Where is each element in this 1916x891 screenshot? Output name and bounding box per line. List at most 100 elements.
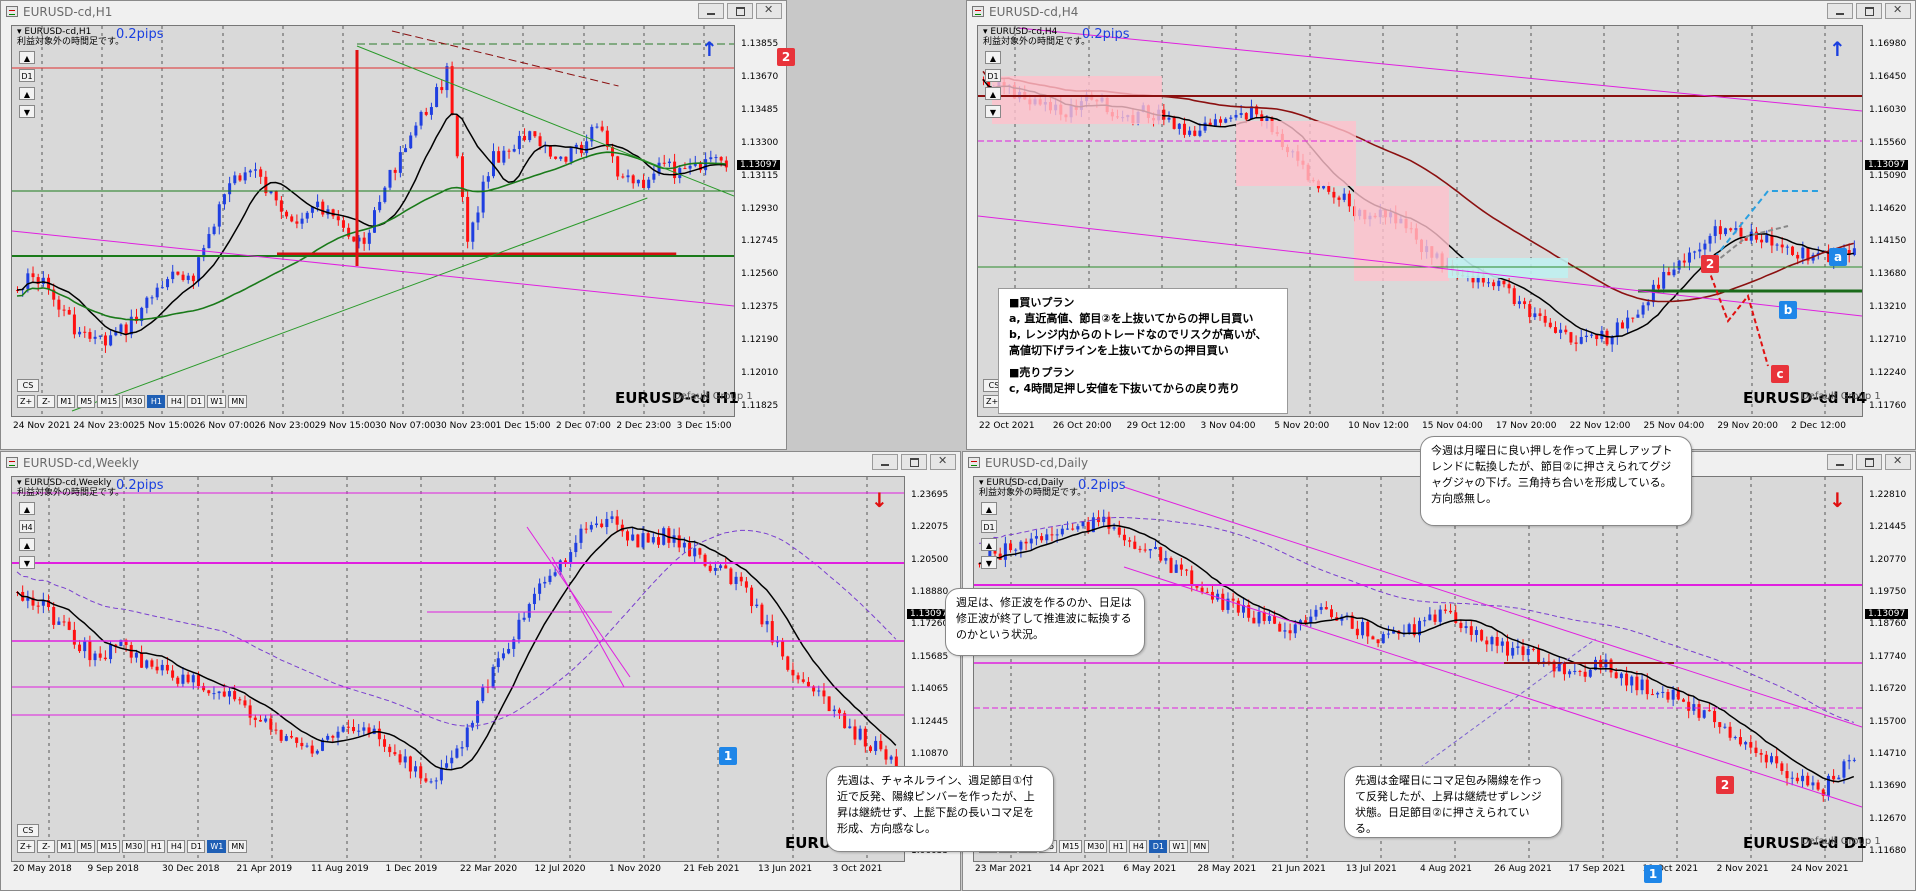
cs-button[interactable]: CS	[17, 379, 39, 392]
candle	[652, 173, 656, 180]
timeframe-button-mn[interactable]: MN	[228, 840, 248, 853]
candle	[1050, 534, 1054, 536]
candle	[186, 275, 190, 281]
timeframe-button-m5[interactable]: M5	[77, 395, 96, 408]
timeframe-button-m30[interactable]: M30	[122, 840, 146, 853]
side-control-button[interactable]: ▼	[985, 105, 1001, 118]
timeframe-button-h1[interactable]: H1	[147, 840, 166, 853]
candle	[1801, 775, 1805, 782]
timeframe-button-m15[interactable]: M15	[97, 840, 121, 853]
side-control-button[interactable]: D1	[19, 69, 35, 82]
timeframe-button-d1[interactable]: D1	[187, 840, 206, 853]
chart-header: ▾ EURUSD-cd,H4 利益対象外の時間足です。	[983, 27, 1090, 47]
minimize-button[interactable]	[872, 454, 898, 470]
candle	[1578, 670, 1582, 672]
candle	[822, 690, 826, 697]
maximize-button[interactable]	[727, 3, 753, 19]
timeframe-button-m15[interactable]: M15	[97, 395, 121, 408]
candle	[315, 750, 319, 754]
candle	[166, 279, 170, 288]
timeframe-button-m1[interactable]: M1	[57, 395, 76, 408]
timeframe-button-z-minusplus[interactable]: Z+	[17, 395, 36, 408]
candle	[362, 727, 366, 731]
chart-window-weekly[interactable]: EURUSD-cd,Weekly 1.23695 1.22075 1.20500 1.…	[0, 451, 961, 891]
timeframe-button-w1[interactable]: W1	[1169, 840, 1189, 853]
side-control-button[interactable]: ▲	[19, 538, 35, 551]
side-control-button[interactable]: ▲	[19, 502, 35, 515]
timeframe-button-h4[interactable]: H4	[1129, 840, 1148, 853]
side-control-button[interactable]: D1	[981, 520, 997, 533]
chart-plot-area[interactable]	[11, 476, 905, 862]
candle	[688, 165, 692, 169]
timeframe-button-m1[interactable]: M1	[57, 840, 76, 853]
price-tick: 1.16030	[1869, 104, 1907, 115]
close-button[interactable]	[1885, 454, 1911, 470]
candle	[1231, 598, 1235, 601]
close-button[interactable]	[930, 454, 956, 470]
side-control-button[interactable]: ▲	[19, 51, 35, 64]
timeframe-button-d1[interactable]: D1	[187, 395, 206, 408]
timeframe-button-mn[interactable]: MN	[228, 395, 248, 408]
side-control-button[interactable]: ▲	[19, 87, 35, 100]
side-control-button[interactable]: H4	[19, 520, 35, 533]
timeframe-button-z-minus[interactable]: Z-	[37, 395, 56, 408]
candle	[347, 227, 351, 237]
timeframe-button-w1[interactable]: W1	[207, 395, 227, 408]
side-control-button[interactable]: ▼	[19, 105, 35, 118]
candle	[538, 583, 542, 594]
candle	[393, 169, 397, 173]
candle	[853, 726, 857, 740]
timeframe-button-w1[interactable]: W1	[207, 840, 227, 853]
candle	[191, 675, 195, 683]
marker-c: c	[1771, 365, 1789, 383]
timeframe-button-m5[interactable]: M5	[77, 840, 96, 853]
candle	[1249, 106, 1253, 120]
candle	[254, 169, 257, 171]
cs-button[interactable]: CS	[17, 824, 39, 837]
timeframe-button-z-minusplus[interactable]: Z+	[17, 840, 36, 853]
side-control-button[interactable]: ▼	[19, 556, 35, 569]
timeframe-button-m30[interactable]: M30	[122, 395, 146, 408]
candle	[615, 516, 619, 525]
candle	[119, 324, 123, 333]
minimize-button[interactable]	[698, 3, 724, 19]
side-control-button[interactable]: ▲	[985, 87, 1001, 100]
chart-plot-area[interactable]	[11, 25, 735, 417]
timeframe-button-d1[interactable]: D1	[1149, 840, 1168, 853]
timeframe-button-mn[interactable]: MN	[1190, 840, 1210, 853]
candle	[57, 299, 61, 310]
timeframe-button-h4[interactable]: H4	[167, 840, 186, 853]
candle	[1553, 327, 1557, 333]
maximize-button[interactable]	[901, 454, 927, 470]
candle	[1234, 114, 1238, 118]
price-tick: 1.11825	[741, 401, 779, 411]
timeframe-button-z-minus[interactable]: Z-	[37, 840, 56, 853]
chart-window-h1[interactable]: EURUSD-cd,H1 1.13855 1.13670 1.13485 1.1330…	[0, 0, 795, 450]
timeframe-button-h4[interactable]: H4	[167, 395, 186, 408]
candle	[595, 126, 599, 128]
timeframe-button-h1[interactable]: H1	[1109, 840, 1128, 853]
candle	[248, 170, 252, 173]
candle	[533, 131, 537, 137]
side-control-button[interactable]: D1	[985, 69, 1001, 82]
candle	[1516, 646, 1520, 648]
side-control-button[interactable]: ▲	[985, 51, 1001, 64]
timeframe-button-h1[interactable]: H1	[147, 395, 166, 408]
price-tick: 1.16450	[1869, 71, 1907, 82]
side-control-button[interactable]: ▲	[981, 502, 997, 515]
maximize-button[interactable]	[1856, 454, 1882, 470]
side-control-button[interactable]: ▲	[981, 538, 997, 551]
timeframe-button-m30[interactable]: M30	[1084, 840, 1108, 853]
minimize-button[interactable]	[1827, 3, 1853, 19]
candle	[233, 175, 237, 184]
side-control-button[interactable]: ▼	[981, 556, 997, 569]
timeframe-button-m15[interactable]: M15	[1059, 840, 1083, 853]
candle	[171, 271, 175, 280]
candle	[145, 297, 149, 308]
close-button[interactable]	[1885, 3, 1911, 19]
close-button[interactable]	[756, 3, 782, 19]
maximize-button[interactable]	[1856, 3, 1882, 19]
price-tick: 1.14065	[911, 684, 949, 695]
minimize-button[interactable]	[1827, 454, 1853, 470]
excluded-timeframe-note: 利益対象外の時間足です。	[17, 488, 125, 498]
